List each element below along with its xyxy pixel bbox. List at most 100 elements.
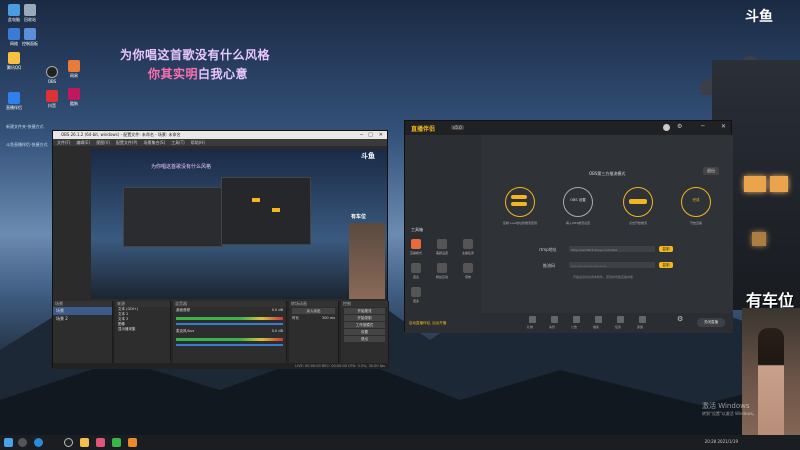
close-icon[interactable]: ✕: [721, 123, 726, 130]
obs-titlebar[interactable]: OBS 26.1.2 (64-bit, windows) - 配置文件: 未命名…: [53, 131, 387, 139]
mic-link-icon[interactable]: [411, 263, 421, 273]
assistant-topbar[interactable]: 直播伴侣 v5.0 ⚙ ─ ✕: [405, 121, 731, 135]
admin-icon[interactable]: [551, 316, 558, 323]
preview-webcam: [349, 223, 385, 299]
volume-slider[interactable]: [176, 344, 283, 346]
settings-icon[interactable]: ⚙: [677, 123, 682, 130]
desktop-link-1[interactable]: 新建文件夹-快捷方式: [6, 124, 43, 130]
system-tray[interactable]: 20:28 2021/1/19: [705, 439, 738, 444]
avatar[interactable]: [663, 124, 670, 131]
desktop-icon[interactable]: 腾讯QQ: [0, 52, 32, 71]
desktop-link-2[interactable]: 斗鱼直播伴侣-快捷方式: [6, 142, 47, 148]
desktop-icon-label: 回收站: [24, 17, 36, 22]
step-1-caption: 复制 Live地址和推流密钥: [502, 221, 538, 225]
transition-select[interactable]: 淡入淡出: [292, 308, 335, 314]
clock-date: 2021/1/19: [717, 439, 738, 444]
obs-taskbar-icon[interactable]: [64, 438, 73, 447]
assistant-main: OBS第三方推流模式 退出 复制 Live地址和推流密钥 OBS 设置 填入OB…: [481, 135, 733, 333]
bottom-tool-label: 公告: [571, 325, 578, 329]
gear-icon[interactable]: ⚙: [677, 315, 683, 323]
rtmp-field[interactable]: rtmp://sendtc3.douyu.com/live: [569, 246, 655, 252]
source-item[interactable]: 显示器采集: [115, 327, 170, 332]
lyric-line-2-part1: 你其实明: [148, 67, 199, 81]
app-icon[interactable]: [128, 438, 137, 447]
sidebar-header: 工具箱: [411, 227, 423, 232]
task-icon[interactable]: [617, 316, 624, 323]
notice-icon[interactable]: [573, 316, 580, 323]
lottery-icon[interactable]: [595, 316, 602, 323]
house-window: [770, 176, 788, 192]
obs-dock: 场景 场景 场景 2 来源 文本 (GDI+) 文本 2 文本 3 图像 显示器…: [53, 301, 389, 363]
live-mode-icon[interactable]: [411, 239, 421, 249]
menu-profile[interactable]: 配置文件(P): [116, 139, 138, 146]
noble-icon[interactable]: [639, 316, 646, 323]
desktop-icon[interactable]: 酷狗: [56, 88, 92, 107]
obs-menubar: 文件(F) 编辑(E) 视图(V) 配置文件(P) 场景集合(S) 工具(T) …: [53, 139, 387, 146]
desktop-icon[interactable]: 控制面板: [12, 28, 48, 47]
netease-icon: [68, 60, 80, 72]
mode-title: OBS第三方推流模式: [589, 171, 626, 176]
maximize-icon[interactable]: □: [368, 131, 373, 139]
key-field[interactable]: ••••••••••••••••••••: [569, 262, 655, 268]
go-live-button[interactable]: 关闭直播: [697, 318, 725, 327]
kugou-icon: [68, 88, 80, 100]
menu-view[interactable]: 视图(V): [96, 139, 110, 146]
webcam-view: [742, 308, 800, 450]
close-icon[interactable]: ✕: [379, 131, 383, 139]
menu-edit[interactable]: 编辑(E): [76, 139, 90, 146]
exit-mode-button[interactable]: 退出: [703, 167, 719, 175]
bottom-toolbar: 礼物 房管 公告 抽奖 任务 贵族 ⚙ 关闭直播: [481, 313, 733, 333]
nested-accent: [272, 208, 280, 212]
menu-tools[interactable]: 工具(T): [171, 139, 185, 146]
mixer-panel: 混音器 桌面音频 0.0 dB 麦克风/Aux 0.0 dB: [173, 301, 287, 363]
obs-window[interactable]: OBS 26.1.2 (64-bit, windows) - 配置文件: 未命名…: [52, 130, 389, 369]
duration-field[interactable]: 300 ms: [322, 316, 335, 321]
step-1-graphic: [511, 202, 527, 206]
edge-icon[interactable]: [34, 438, 43, 447]
webcam-person: [758, 328, 784, 450]
scene-item[interactable]: 场景 2: [53, 315, 112, 323]
sidebar-banner[interactable]: 启动直播伴侣, 后台开播: [409, 321, 446, 326]
start-icon[interactable]: [4, 438, 13, 447]
mixer-track-db: 0.0 dB: [271, 308, 283, 312]
activation-watermark: 激活 Windows 转到"设置"以激活 Windows。: [702, 402, 757, 418]
search-icon[interactable]: [18, 438, 27, 447]
desktop-icon[interactable]: 直播伴侣: [0, 92, 32, 111]
fans-icon[interactable]: [437, 263, 447, 273]
minimize-icon[interactable]: ─: [360, 131, 363, 139]
task-icon[interactable]: [463, 239, 473, 249]
menu-help[interactable]: 帮助(H): [191, 139, 205, 146]
bottom-tool-label: 任务: [615, 325, 622, 329]
controls-panel: 控制 开始推流 开始录制 工作室模式 设置 退出: [341, 301, 389, 363]
app-icon[interactable]: [96, 438, 105, 447]
minimize-icon[interactable]: ─: [701, 123, 705, 130]
wechat-icon[interactable]: [112, 438, 121, 447]
nested-assistant-window: [221, 177, 311, 245]
desktop-icon[interactable]: 网易: [56, 60, 92, 79]
file-explorer-icon[interactable]: [80, 438, 89, 447]
copy-key-button[interactable]: 复制: [659, 262, 673, 268]
desktop-icon-label: 抖音: [48, 103, 56, 108]
controls-header: 控制: [341, 301, 388, 307]
obs-preview[interactable]: 为你唱这首歌没有什么风格 有车位 斗鱼: [91, 149, 387, 299]
start-record-button[interactable]: 开始录制: [344, 315, 385, 321]
gift-icon[interactable]: [529, 316, 536, 323]
menu-file[interactable]: 文件(F): [57, 139, 70, 146]
more-icon[interactable]: [411, 287, 421, 297]
sound-icon[interactable]: [463, 263, 473, 273]
beauty-icon[interactable]: [437, 239, 447, 249]
studio-mode-button[interactable]: 工作室模式: [344, 322, 385, 328]
desktop-icon[interactable]: 回收站: [12, 4, 48, 23]
recycle-bin-icon: [24, 4, 36, 16]
copy-rtmp-button[interactable]: 复制: [659, 246, 673, 252]
assistant-window[interactable]: 直播伴侣 v5.0 ⚙ ─ ✕ 工具箱 直播模式 美颜设置 主播任务 连麦 粉丝…: [404, 120, 733, 333]
nested-obs-window: [123, 187, 223, 247]
scene-item[interactable]: 场景: [53, 307, 112, 315]
preview-lyric: 为你唱这首歌没有什么风格: [151, 164, 212, 170]
step-3-graphic: [629, 199, 647, 204]
exit-button[interactable]: 退出: [344, 336, 385, 342]
menu-scene-collection[interactable]: 场景集合(S): [143, 139, 165, 146]
mixer-track-label: 桌面音频: [176, 308, 190, 312]
settings-button[interactable]: 设置: [344, 329, 385, 335]
start-stream-button[interactable]: 开始推流: [344, 308, 385, 314]
